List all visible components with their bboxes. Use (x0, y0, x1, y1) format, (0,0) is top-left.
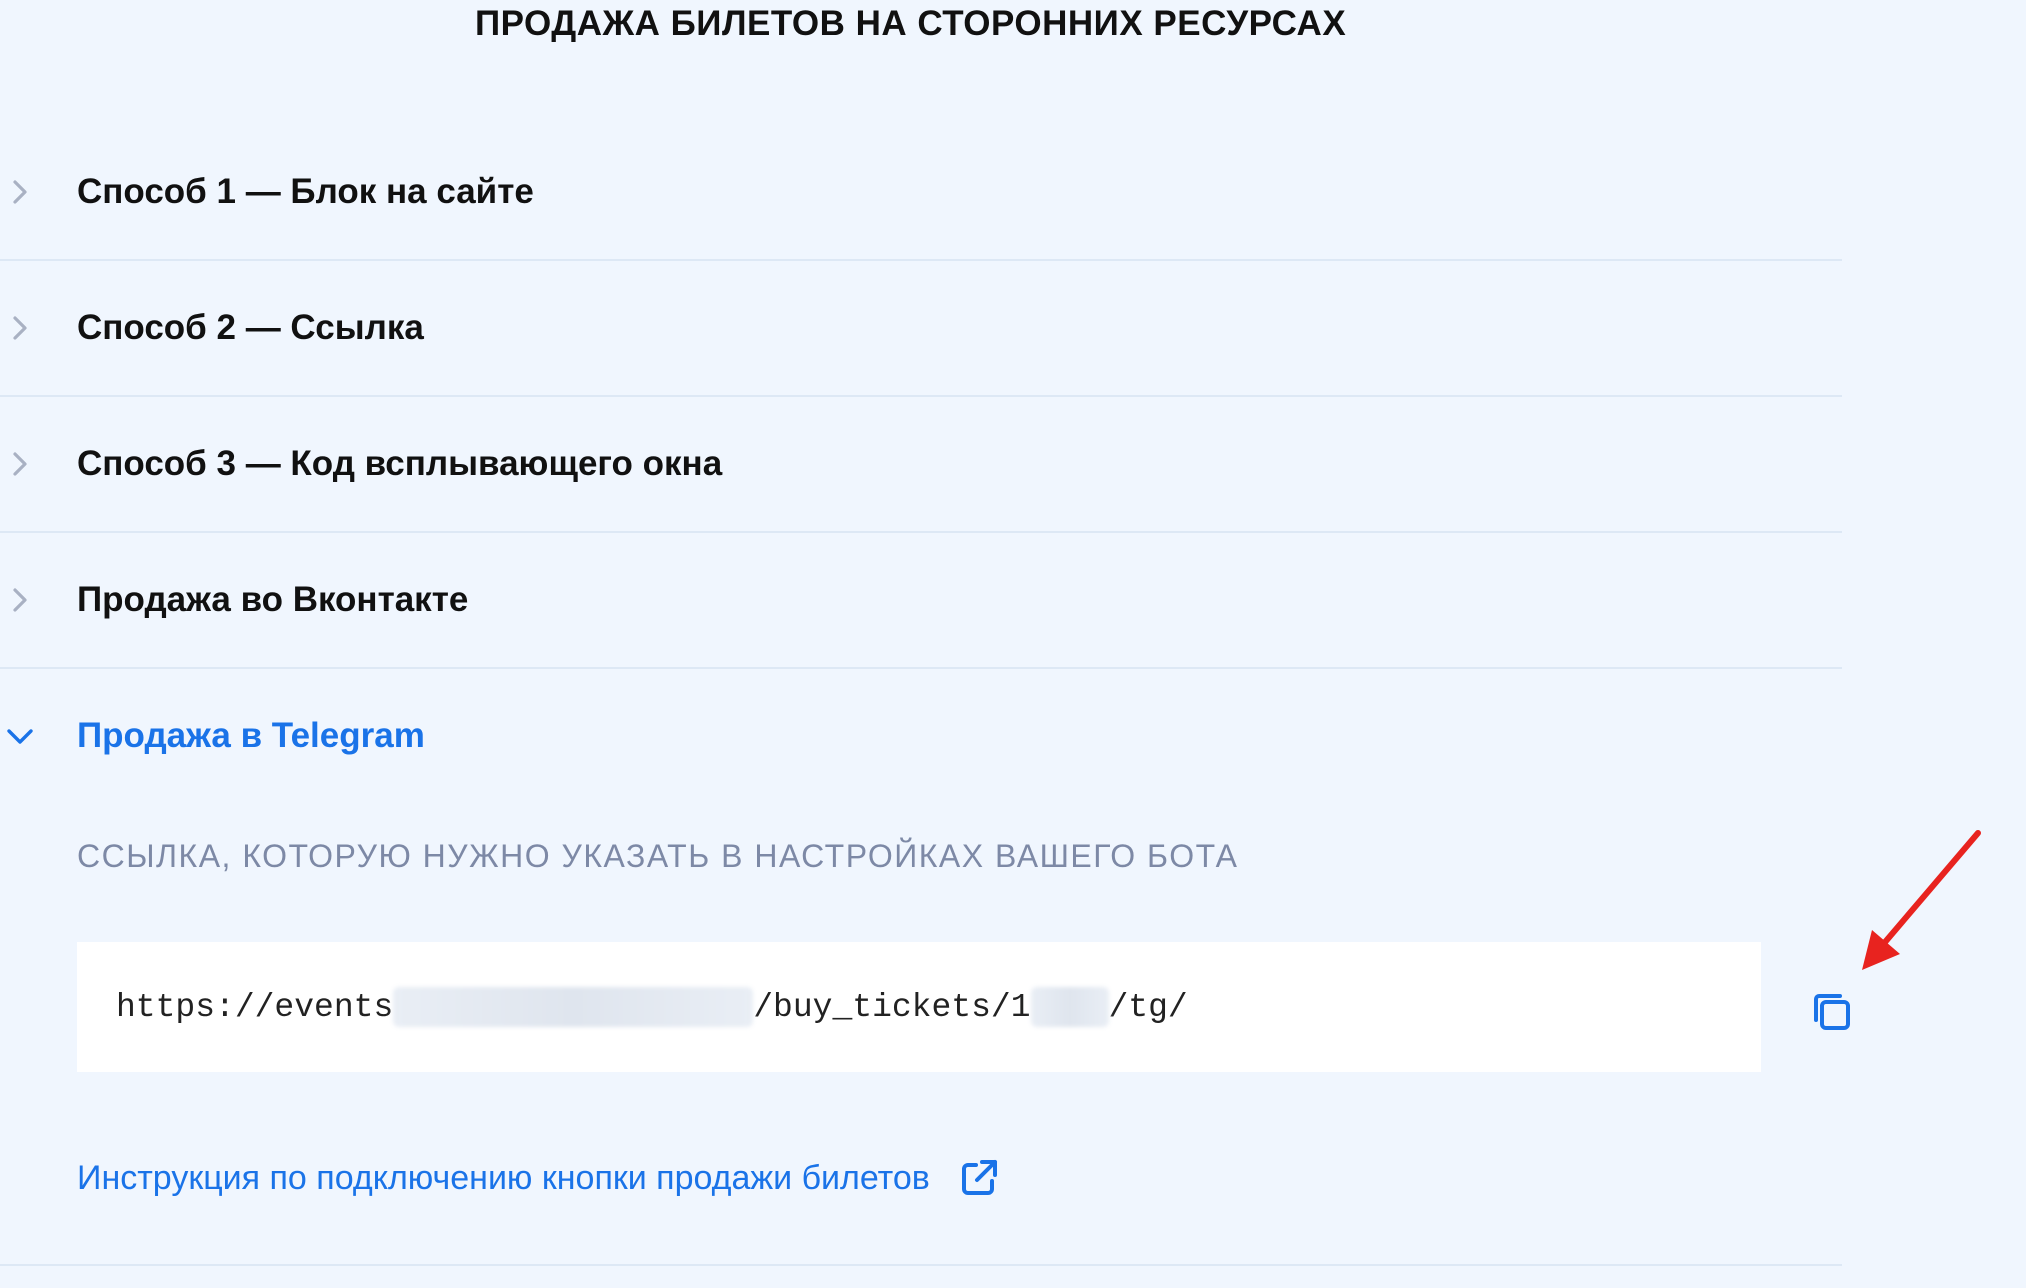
telegram-link-value: https://events /buy_tickets/1 /tg/ (116, 987, 1188, 1027)
instruction-link[interactable]: Инструкция по подключению кнопки продажи… (77, 1157, 1000, 1199)
chevron-down-icon (7, 729, 33, 744)
accordion-item-vkontakte[interactable]: Продажа во Вконтакте (0, 533, 1842, 669)
link-suffix: /tg/ (1108, 988, 1188, 1026)
link-middle: /buy_tickets/1 (753, 988, 1031, 1026)
accordion-item-label: Способ 1 — Блок на сайте (77, 172, 534, 211)
chevron-right-icon (13, 452, 27, 476)
annotation-arrow-icon (1862, 830, 1981, 970)
copy-icon[interactable] (1810, 990, 1854, 1034)
accordion: Способ 1 — Блок на сайте Способ 2 — Ссыл… (0, 125, 1842, 803)
accordion-item-label: Продажа во Вконтакте (77, 580, 469, 619)
external-link-icon (961, 1160, 997, 1195)
accordion-item-label: Продажа в Telegram (77, 716, 425, 755)
accordion-item-method-2[interactable]: Способ 2 — Ссылка (0, 261, 1842, 397)
accordion-item-telegram[interactable]: Продажа в Telegram (0, 669, 1842, 803)
page-title: ПРОДАЖА БИЛЕТОВ НА СТОРОННИХ РЕСУРСАХ (475, 4, 1347, 43)
chevron-right-icon (13, 180, 27, 204)
accordion-item-method-1[interactable]: Способ 1 — Блок на сайте (0, 125, 1842, 261)
link-prefix: https://events (116, 988, 394, 1026)
telegram-link-hint: ССЫЛКА, КОТОРУЮ НУЖНО УКАЗАТЬ В НАСТРОЙК… (77, 838, 1239, 874)
redacted-id (1030, 987, 1109, 1027)
chevron-right-icon (13, 588, 27, 612)
accordion-item-label: Способ 2 — Ссылка (77, 308, 424, 347)
instruction-link-text: Инструкция по подключению кнопки продажи… (77, 1158, 930, 1197)
telegram-link-field[interactable]: https://events /buy_tickets/1 /tg/ (77, 942, 1761, 1072)
redacted-domain (393, 987, 754, 1027)
accordion-item-method-3[interactable]: Способ 3 — Код всплывающего окна (0, 397, 1842, 533)
accordion-item-label: Способ 3 — Код всплывающего окна (77, 444, 723, 483)
chevron-right-icon (13, 316, 27, 340)
section-divider (0, 1264, 1842, 1266)
